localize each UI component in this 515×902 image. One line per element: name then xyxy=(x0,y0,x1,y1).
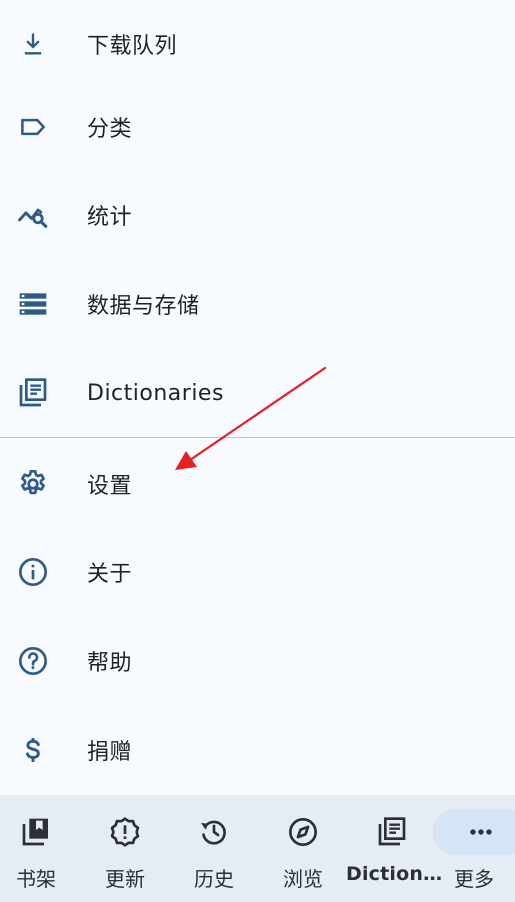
nav-item-history[interactable]: 历史 xyxy=(170,795,258,902)
menu-item-label: Dictionaries xyxy=(87,380,224,406)
nav-item-dictionaries[interactable]: Diction… xyxy=(346,795,443,902)
nav-label: 书架 xyxy=(16,867,56,891)
menu-item-label: 帮助 xyxy=(87,651,133,676)
menu-divider xyxy=(0,437,515,438)
library-books-icon xyxy=(16,376,50,410)
nav-label: 更新 xyxy=(105,867,145,891)
nav-label: 浏览 xyxy=(283,867,323,891)
history-icon xyxy=(198,816,230,848)
menu-item-label: 捐赠 xyxy=(87,740,133,765)
nav-item-updates[interactable]: 更新 xyxy=(81,795,169,902)
dictionaries-icon xyxy=(376,816,408,848)
nav-item-browse[interactable]: 浏览 xyxy=(259,795,347,902)
storage-icon xyxy=(16,287,50,321)
menu-item-about[interactable]: 关于 xyxy=(0,528,515,616)
menu-item-label: 统计 xyxy=(87,205,133,230)
nav-item-library[interactable]: 书架 xyxy=(0,795,72,902)
menu-item-label: 下载队列 xyxy=(87,34,178,59)
new-releases-icon xyxy=(109,816,141,848)
nav-label: Diction… xyxy=(346,863,443,885)
menu-item-dictionaries[interactable]: Dictionaries xyxy=(0,349,515,437)
menu-item-download-queue[interactable]: 下载队列 xyxy=(0,0,515,88)
menu-item-donate[interactable]: 捐赠 xyxy=(0,706,515,794)
info-icon xyxy=(16,555,50,589)
download-icon xyxy=(16,27,50,61)
menu-item-data-storage[interactable]: 数据与存储 xyxy=(0,260,515,348)
explore-icon xyxy=(287,816,319,848)
menu-item-label: 分类 xyxy=(87,117,133,142)
bottom-navigation-bar: 书架 更新 历史 浏览 Diction… 更多 xyxy=(0,795,515,902)
more-horiz-icon xyxy=(465,816,497,848)
help-icon xyxy=(16,644,50,678)
menu-item-categories[interactable]: 分类 xyxy=(0,83,515,171)
menu-item-label: 设置 xyxy=(87,474,133,499)
settings-gear-icon xyxy=(16,467,50,501)
bookshelf-icon xyxy=(20,816,52,848)
menu-item-statistics[interactable]: 统计 xyxy=(0,171,515,259)
menu-item-label: 关于 xyxy=(87,562,133,587)
dollar-icon xyxy=(16,733,50,767)
menu-item-settings[interactable]: 设置 xyxy=(0,440,515,528)
nav-label: 更多 xyxy=(454,867,494,891)
menu-item-help[interactable]: 帮助 xyxy=(0,617,515,705)
nav-item-more[interactable]: 更多 xyxy=(433,795,515,902)
nav-label: 历史 xyxy=(194,867,234,891)
label-tag-icon xyxy=(16,110,50,144)
menu-item-label: 数据与存储 xyxy=(87,294,200,319)
query-stats-icon xyxy=(16,198,50,232)
